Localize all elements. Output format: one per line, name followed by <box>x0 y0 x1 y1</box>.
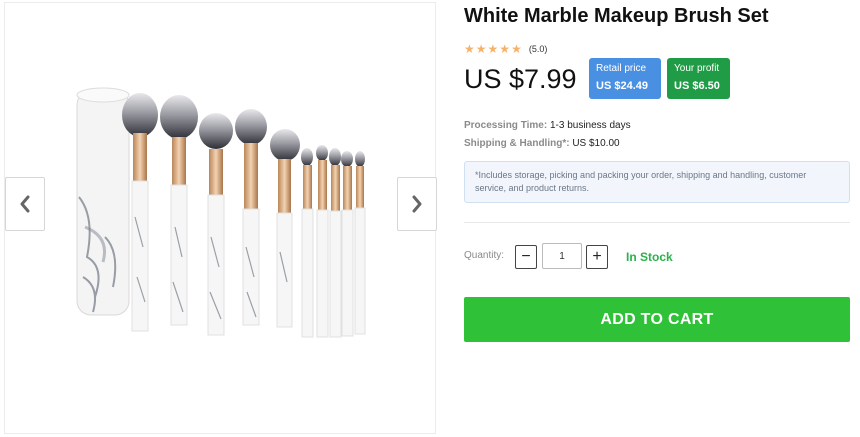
star-icon: ★ <box>487 42 499 56</box>
quantity-input[interactable] <box>542 243 582 269</box>
quantity-increase-button[interactable]: + <box>586 245 608 269</box>
retail-price-label: Retail price <box>596 63 647 74</box>
shipping-note: *Includes storage, picking and packing y… <box>464 161 850 203</box>
processing-time: Processing Time: 1-3 business days <box>464 120 631 131</box>
chevron-right-icon <box>412 195 422 213</box>
profit-value: US $6.50 <box>674 80 720 92</box>
price: US $7.99 <box>464 64 577 94</box>
add-to-cart-button[interactable]: ADD TO CART <box>464 297 850 342</box>
retail-price-value: US $24.49 <box>596 80 648 92</box>
stock-status: In Stock <box>626 250 673 264</box>
quantity-decrease-button[interactable]: − <box>515 245 537 269</box>
product-image <box>76 87 366 338</box>
product-gallery <box>4 2 437 434</box>
rating: ★ ★ ★ ★ ★ (5.0) <box>464 43 547 55</box>
star-icon: ★ <box>475 42 487 56</box>
profit-badge: Your profit US $6.50 <box>667 58 730 99</box>
shipping-handling: Shipping & Handling*: US $10.00 <box>464 138 620 149</box>
divider <box>464 222 850 223</box>
next-image-button[interactable] <box>397 177 437 231</box>
chevron-left-icon <box>20 195 30 213</box>
shipping-label: Shipping & Handling*: <box>464 138 570 149</box>
previous-image-button[interactable] <box>5 177 45 231</box>
star-icon: ★ <box>499 42 511 56</box>
processing-time-value: 1-3 business days <box>549 120 631 131</box>
quantity-label: Quantity: <box>464 250 505 261</box>
star-icon: ★ <box>511 42 522 56</box>
rating-value: (5.0) <box>528 44 548 54</box>
product-details: White Marble Makeup Brush Set ★ ★ ★ ★ ★ … <box>464 0 854 437</box>
profit-label: Your profit <box>674 63 720 74</box>
shipping-value: US $10.00 <box>572 138 620 149</box>
retail-price-badge: Retail price US $24.49 <box>589 58 661 99</box>
processing-time-label: Processing Time: <box>464 120 548 131</box>
product-title: White Marble Makeup Brush Set <box>464 5 769 27</box>
star-icon: ★ <box>464 42 475 56</box>
